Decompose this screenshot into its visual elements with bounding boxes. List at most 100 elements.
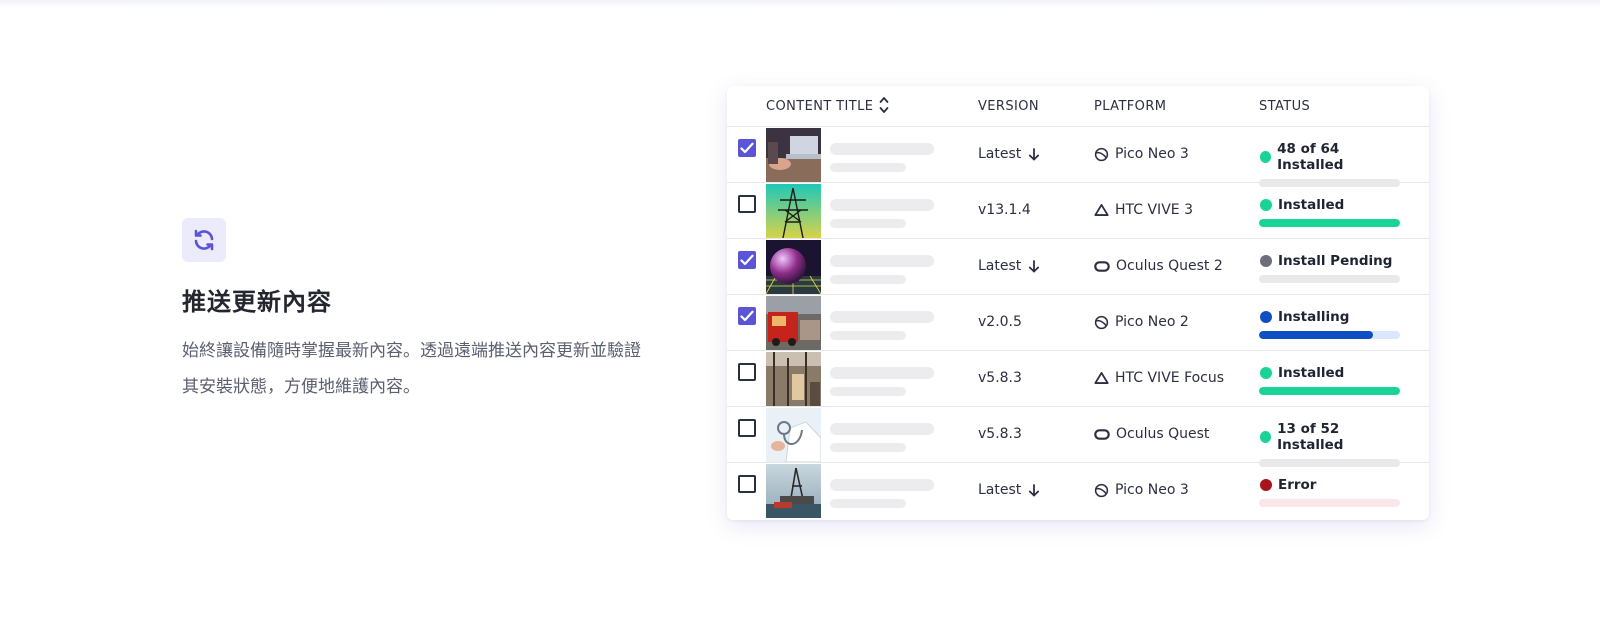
status-label: Installing xyxy=(1278,309,1350,325)
subtitle-placeholder xyxy=(830,275,906,284)
status-cell: Install Pending xyxy=(1259,253,1401,283)
status-progress-fill xyxy=(1259,219,1400,227)
sort-icon[interactable] xyxy=(879,96,889,114)
row-checkbox[interactable] xyxy=(738,419,756,437)
status-dot xyxy=(1260,199,1272,211)
title-placeholder xyxy=(830,199,934,211)
status-progress-fill xyxy=(1259,331,1374,339)
table-row[interactable]: v2.0.5 Pico Neo 2 Installing xyxy=(727,295,1429,351)
status-progress-bar xyxy=(1259,219,1400,227)
subtitle-placeholder xyxy=(830,163,906,172)
platform-cell: Oculus Quest xyxy=(1094,426,1209,442)
content-thumbnail xyxy=(766,184,821,238)
status-cell: 48 of 64 Installed xyxy=(1259,141,1401,187)
version-cell: v13.1.4 xyxy=(978,202,1031,218)
htc-icon xyxy=(1094,204,1109,216)
subtitle-placeholder xyxy=(830,443,906,452)
status-label: Error xyxy=(1278,477,1317,493)
version-label: v5.8.3 xyxy=(978,426,1022,442)
content-thumbnail xyxy=(766,296,821,350)
status-label: Installed xyxy=(1278,365,1345,381)
subtitle-placeholder xyxy=(830,499,906,508)
table-row[interactable]: v5.8.3 HTC VIVE Focus Installed xyxy=(727,351,1429,407)
subtitle-placeholder xyxy=(830,219,906,228)
platform-label: HTC VIVE Focus xyxy=(1115,370,1225,386)
status-progress-bar xyxy=(1259,387,1400,395)
platform-cell: HTC VIVE Focus xyxy=(1094,370,1224,386)
pico-icon xyxy=(1094,483,1109,497)
status-label: Installed xyxy=(1278,197,1345,213)
platform-label: Oculus Quest 2 xyxy=(1116,258,1223,274)
table-row[interactable]: Latest Oculus Quest 2 Install Pending xyxy=(727,239,1429,295)
row-checkbox[interactable] xyxy=(738,251,756,269)
top-fade xyxy=(0,0,1600,8)
platform-cell: Oculus Quest 2 xyxy=(1094,258,1223,274)
platform-label: Pico Neo 3 xyxy=(1115,146,1189,162)
status-cell: 13 of 52 Installed xyxy=(1259,421,1401,467)
table-row[interactable]: Latest Pico Neo 3 Error xyxy=(727,463,1429,519)
content-thumbnail xyxy=(766,408,821,462)
version-cell: v5.8.3 xyxy=(978,426,1022,442)
feature-icon-tile xyxy=(182,218,226,262)
table-row[interactable]: Latest Pico Neo 3 48 of 64 Installed xyxy=(727,127,1429,187)
status-label: Install Pending xyxy=(1278,253,1393,269)
version-label: v5.8.3 xyxy=(978,370,1022,386)
table-row[interactable]: v5.8.3 Oculus Quest 13 of 52 Installed xyxy=(727,407,1429,467)
pico-icon xyxy=(1094,315,1109,329)
feature-title: 推送更新內容 xyxy=(182,288,332,316)
status-dot xyxy=(1260,255,1272,267)
title-placeholder xyxy=(830,479,934,491)
status-progress-bar xyxy=(1259,331,1400,339)
status-dot xyxy=(1260,367,1272,379)
platform-label: HTC VIVE 3 xyxy=(1115,202,1193,218)
check-icon xyxy=(740,254,754,266)
row-checkbox[interactable] xyxy=(738,307,756,325)
version-label: Latest xyxy=(978,482,1022,498)
status-progress-bar xyxy=(1259,499,1400,507)
version-cell: Latest xyxy=(978,146,1040,162)
status-dot xyxy=(1260,311,1272,323)
title-placeholder xyxy=(830,143,934,155)
check-icon xyxy=(740,142,754,154)
row-checkbox[interactable] xyxy=(738,139,756,157)
content-thumbnail xyxy=(766,464,821,518)
column-header-version: VERSION xyxy=(978,99,1039,114)
status-cell: Installed xyxy=(1259,365,1401,395)
title-placeholder xyxy=(830,255,934,267)
row-checkbox[interactable] xyxy=(738,195,756,213)
content-table: CONTENT TITLE VERSION PLATFORM STATUS La… xyxy=(727,86,1429,520)
platform-label: Pico Neo 3 xyxy=(1115,482,1189,498)
platform-cell: Pico Neo 3 xyxy=(1094,482,1189,498)
htc-icon xyxy=(1094,372,1109,384)
version-label: Latest xyxy=(978,146,1022,162)
status-label: 13 of 52 Installed xyxy=(1277,421,1344,453)
status-label: 48 of 64 Installed xyxy=(1277,141,1344,173)
column-header-label: CONTENT TITLE xyxy=(766,99,874,114)
check-icon xyxy=(740,310,754,322)
content-thumbnail xyxy=(766,352,821,406)
status-cell: Installed xyxy=(1259,197,1401,227)
row-checkbox[interactable] xyxy=(738,363,756,381)
subtitle-placeholder xyxy=(830,331,906,340)
column-header-status: STATUS xyxy=(1259,99,1311,114)
status-cell: Installing xyxy=(1259,309,1401,339)
status-dot xyxy=(1260,151,1272,163)
column-header-platform: PLATFORM xyxy=(1094,99,1167,114)
arrow-down-icon xyxy=(1029,147,1040,160)
arrow-down-icon xyxy=(1029,259,1040,272)
table-header: CONTENT TITLE VERSION PLATFORM STATUS xyxy=(727,86,1429,127)
column-header-content-title[interactable]: CONTENT TITLE xyxy=(766,96,889,114)
version-cell: Latest xyxy=(978,258,1040,274)
version-label: Latest xyxy=(978,258,1022,274)
row-checkbox[interactable] xyxy=(738,475,756,493)
table-body: Latest Pico Neo 3 48 of 64 Installed v13… xyxy=(727,127,1429,519)
oculus-icon xyxy=(1094,428,1110,440)
table-row[interactable]: v13.1.4 HTC VIVE 3 Installed xyxy=(727,183,1429,239)
status-progress-fill xyxy=(1259,387,1400,395)
platform-label: Pico Neo 2 xyxy=(1115,314,1189,330)
version-cell: v5.8.3 xyxy=(978,370,1022,386)
version-label: v2.0.5 xyxy=(978,314,1022,330)
refresh-icon xyxy=(194,229,214,251)
status-cell: Error xyxy=(1259,477,1401,507)
oculus-icon xyxy=(1094,260,1110,272)
